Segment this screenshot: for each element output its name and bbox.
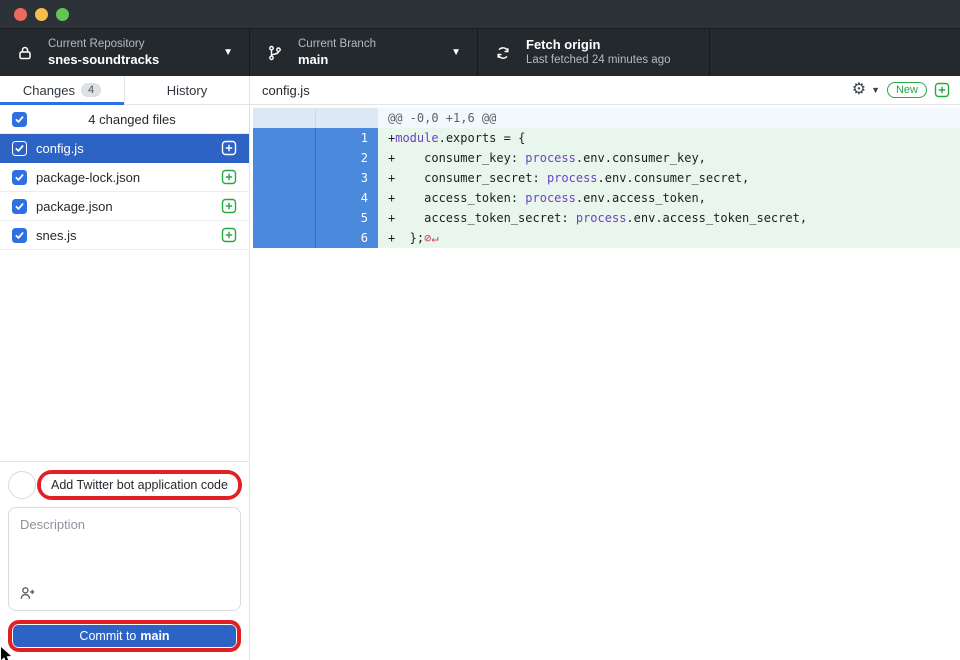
changed-files-list: 4 changed files config.js package-lock.js…	[0, 105, 249, 461]
minimize-window-button[interactable]	[35, 8, 48, 21]
diff-code-text: + consumer_secret: process.env.consumer_…	[378, 168, 960, 188]
file-row[interactable]: snes.js	[0, 221, 249, 250]
file-row[interactable]: package-lock.json	[0, 163, 249, 192]
commit-description-textarea[interactable]: Description	[8, 507, 241, 611]
diff-added-line: 1+module.exports = {	[253, 128, 960, 148]
diff-pane: config.js ⚙ ▼ New @@ -0,0 +1,6 @@ 1+modu…	[250, 76, 960, 660]
chevron-down-icon: ▼	[205, 47, 233, 58]
diff-file-name: config.js	[262, 83, 852, 98]
commit-form: Add Twitter bot application code Descrip…	[0, 461, 249, 660]
file-row[interactable]: package.json	[0, 192, 249, 221]
diff-code-text: + access_token: process.env.access_token…	[378, 188, 960, 208]
diff-added-line: 4+ access_token: process.env.access_toke…	[253, 188, 960, 208]
diff-line-number[interactable]: 1	[315, 128, 378, 148]
commit-summary-input[interactable]: Add Twitter bot application code	[41, 474, 238, 496]
current-branch-dropdown[interactable]: Current Branch main ▼	[250, 29, 478, 76]
chevron-down-icon[interactable]: ▼	[871, 85, 880, 95]
files-header-row: 4 changed files	[0, 105, 249, 134]
diff-code-text: + access_token_secret: process.env.acces…	[378, 208, 960, 228]
description-placeholder: Description	[20, 517, 229, 532]
file-row[interactable]: config.js	[0, 134, 249, 163]
diff-gutter-old[interactable]	[253, 148, 315, 168]
diff-added-line: 3+ consumer_secret: process.env.consumer…	[253, 168, 960, 188]
sidebar: Changes 4 History 4 changed files config…	[0, 76, 250, 660]
add-coauthor-icon[interactable]	[19, 585, 36, 602]
diff-line-number[interactable]: 4	[315, 188, 378, 208]
commit-button-annotation-highlight: Commit to main	[8, 620, 241, 652]
diff-header: config.js ⚙ ▼ New	[250, 76, 960, 105]
diff-code-text: + consumer_key: process.env.consumer_key…	[378, 148, 960, 168]
diff-gutter-old[interactable]	[253, 168, 315, 188]
toolbar: Current Repository snes-soundtracks ▼ Cu…	[0, 28, 960, 76]
diff-gutter-old[interactable]	[253, 208, 315, 228]
repository-name: snes-soundtracks	[48, 52, 159, 68]
diff-line-number[interactable]: 6	[315, 228, 378, 248]
file-added-status-icon	[221, 140, 237, 156]
fetch-origin-button[interactable]: Fetch origin Last fetched 24 minutes ago	[478, 29, 710, 76]
diff-line-number[interactable]: 3	[315, 168, 378, 188]
select-all-checkbox[interactable]	[12, 112, 27, 127]
commit-button-label: Commit to	[79, 629, 136, 643]
diff-content: @@ -0,0 +1,6 @@ 1+module.exports = {2+ c…	[250, 105, 960, 660]
mouse-cursor	[0, 647, 14, 660]
diff-code-text: + };⊘↵	[378, 228, 960, 248]
tab-changes[interactable]: Changes 4	[0, 76, 124, 104]
diff-gutter-old[interactable]	[253, 228, 315, 248]
titlebar	[0, 0, 960, 28]
window-controls	[14, 8, 69, 21]
summary-annotation-highlight: Add Twitter bot application code	[37, 470, 242, 500]
chevron-down-icon: ▼	[433, 47, 461, 58]
tab-changes-label: Changes	[23, 83, 75, 98]
branch-label: Current Branch	[298, 37, 376, 51]
diff-line-number[interactable]: 5	[315, 208, 378, 228]
tab-history[interactable]: History	[124, 76, 249, 104]
file-checkbox[interactable]	[12, 228, 27, 243]
commit-button-branch: main	[140, 629, 169, 643]
sync-icon	[494, 45, 512, 61]
hunk-header-row: @@ -0,0 +1,6 @@	[253, 108, 960, 128]
changes-count-badge: 4	[81, 83, 101, 97]
zoom-window-button[interactable]	[56, 8, 69, 21]
gear-icon[interactable]: ⚙	[852, 82, 866, 98]
hunk-header-text: @@ -0,0 +1,6 @@	[378, 108, 960, 128]
last-fetched-text: Last fetched 24 minutes ago	[526, 53, 671, 67]
avatar	[8, 471, 36, 499]
diff-added-line: 5+ access_token_secret: process.env.acce…	[253, 208, 960, 228]
file-added-status-icon	[221, 169, 237, 185]
diff-code-text: +module.exports = {	[378, 128, 960, 148]
expand-diff-button[interactable]	[934, 82, 950, 98]
file-added-status-icon	[221, 198, 237, 214]
branch-name: main	[298, 52, 376, 68]
file-checkbox[interactable]	[12, 199, 27, 214]
close-window-button[interactable]	[14, 8, 27, 21]
diff-gutter-old[interactable]	[253, 128, 315, 148]
tab-history-label: History	[167, 83, 207, 98]
git-branch-icon	[266, 45, 284, 61]
fetch-origin-label: Fetch origin	[526, 37, 671, 53]
file-name: package.json	[36, 199, 221, 214]
diff-added-line: 2+ consumer_key: process.env.consumer_ke…	[253, 148, 960, 168]
file-added-status-icon	[221, 227, 237, 243]
current-repository-dropdown[interactable]: Current Repository snes-soundtracks ▼	[0, 29, 250, 76]
file-name: snes.js	[36, 228, 221, 243]
file-name: package-lock.json	[36, 170, 221, 185]
lock-icon	[16, 45, 34, 61]
file-checkbox[interactable]	[12, 141, 27, 156]
toolbar-empty-area	[710, 29, 960, 76]
diff-added-line: 6+ };⊘↵	[253, 228, 960, 248]
sidebar-tabs: Changes 4 History	[0, 76, 249, 105]
diff-line-number[interactable]: 2	[315, 148, 378, 168]
changed-files-count: 4 changed files	[27, 112, 237, 127]
repository-label: Current Repository	[48, 37, 159, 51]
file-name: config.js	[36, 141, 221, 156]
new-feature-badge: New	[887, 82, 927, 98]
commit-to-main-button[interactable]: Commit to main	[13, 625, 236, 647]
diff-gutter-old[interactable]	[253, 188, 315, 208]
file-checkbox[interactable]	[12, 170, 27, 185]
